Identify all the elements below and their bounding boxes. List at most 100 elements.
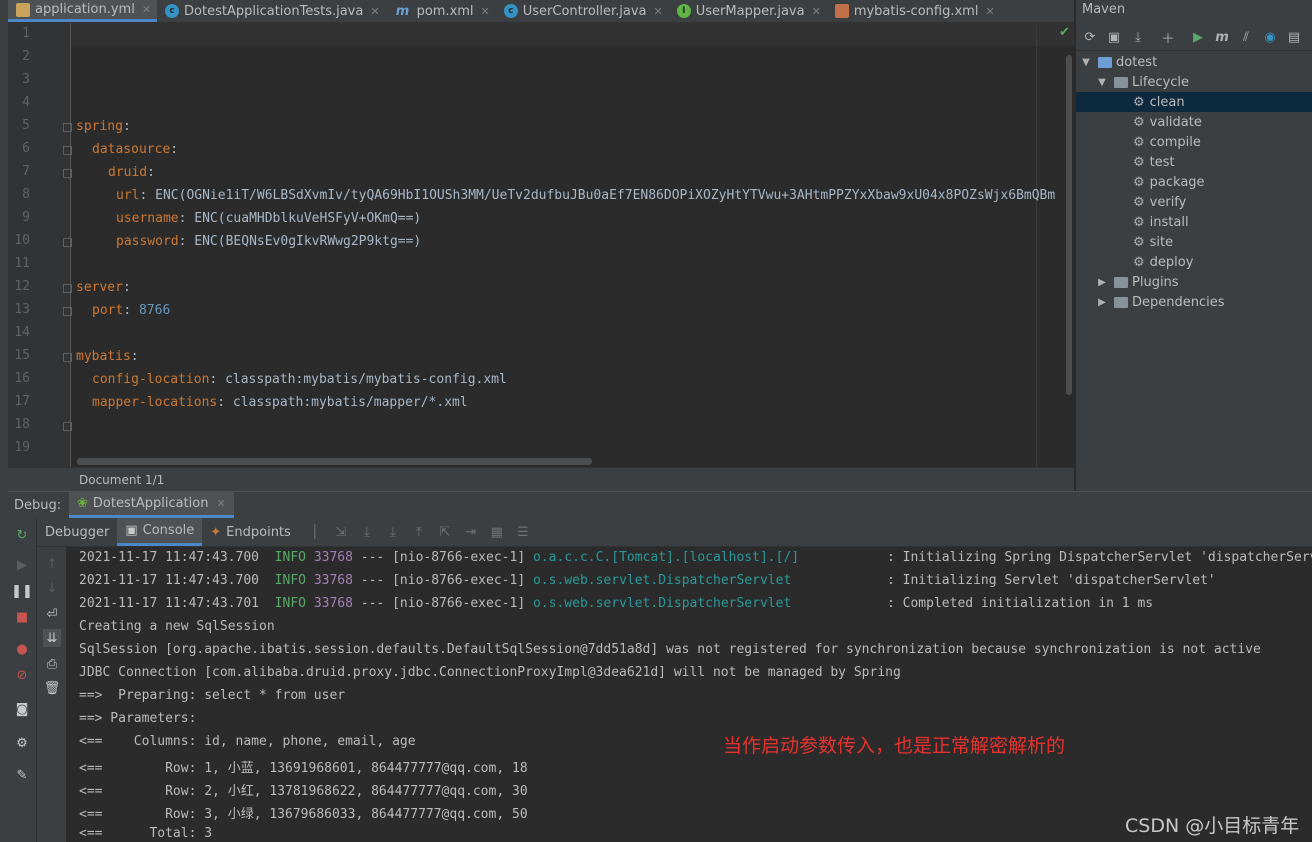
horizontal-scrollbar[interactable] <box>77 458 592 465</box>
clear-all-icon[interactable]: 🗑 <box>43 679 61 697</box>
gear-icon: ⚙ <box>1133 134 1145 150</box>
collapsed-arrow-icon[interactable]: ▶ <box>1096 277 1108 288</box>
rerun-icon[interactable]: ↻ <box>13 526 31 544</box>
tab-user-mapper[interactable]: I UserMapper.java ✕ <box>669 0 827 22</box>
tab-debugger[interactable]: Debugger <box>37 518 117 546</box>
console-output[interactable]: 2021-11-17 11:47:43.700 INFO 33768 --- [… <box>66 547 1312 842</box>
close-icon[interactable]: ✕ <box>812 5 821 18</box>
tree-item-goal-compile[interactable]: ⚙ compile <box>1076 132 1312 152</box>
expanded-arrow-icon[interactable]: ▼ <box>1080 57 1092 68</box>
tree-item-goal-clean[interactable]: ⚙ clean <box>1076 92 1312 112</box>
pin-icon[interactable]: ✎ <box>13 766 31 784</box>
add-icon[interactable]: ＋ <box>1158 27 1178 47</box>
camera-icon[interactable]: ◙ <box>13 700 31 718</box>
line-number: 14 <box>14 325 30 340</box>
expanded-arrow-icon[interactable]: ▼ <box>1096 77 1108 88</box>
tree-item-goal-test[interactable]: ⚙ test <box>1076 152 1312 172</box>
tree-item-goal-package[interactable]: ⚙ package <box>1076 172 1312 192</box>
tree-item-goal-site[interactable]: ⚙ site <box>1076 232 1312 252</box>
tree-item-project[interactable]: ▼ dotest <box>1076 52 1312 72</box>
fold-marker-icon[interactable] <box>63 169 72 178</box>
close-icon[interactable]: ✕ <box>654 5 663 18</box>
tab-console[interactable]: ▣ Console <box>117 518 203 546</box>
fold-marker-icon[interactable] <box>63 422 72 431</box>
fold-marker-icon[interactable] <box>63 353 72 362</box>
session-label: DotestApplication <box>92 496 209 511</box>
close-icon[interactable]: ✕ <box>370 5 379 18</box>
tab-application-yml[interactable]: application.yml ✕ <box>8 0 158 22</box>
step-over-icon[interactable]: ⤓ <box>357 525 377 540</box>
show-execution-point-icon[interactable]: ⇲ <box>331 525 351 540</box>
line-number: 15 <box>14 348 30 363</box>
toggle-offline-icon[interactable]: ⫽ <box>1236 27 1256 47</box>
folder-icon <box>1114 76 1128 88</box>
fold-marker-icon[interactable] <box>63 146 72 155</box>
settings-icon[interactable]: ⚙ <box>13 734 31 752</box>
tree-label: Dependencies <box>1132 294 1225 310</box>
tree-label: package <box>1149 174 1205 190</box>
maven-toolbar: ⟳ ▣ ⤓ ＋ ▶ m ⫽ ◉ ▤ <box>1076 24 1312 51</box>
run-icon[interactable]: ▶ <box>1188 27 1208 47</box>
view-breakpoints-icon[interactable]: ● <box>13 640 31 658</box>
vertical-scrollbar[interactable] <box>1066 55 1072 395</box>
fold-marker-icon[interactable] <box>63 123 72 132</box>
skip-tests-icon[interactable]: ◉ <box>1260 27 1280 47</box>
collapsed-arrow-icon[interactable]: ▶ <box>1096 297 1108 308</box>
mute-breakpoints-icon[interactable]: ⊘ <box>13 666 31 684</box>
tree-label: validate <box>1149 114 1202 130</box>
tab-mybatis-config[interactable]: mybatis-config.xml ✕ <box>827 0 1001 22</box>
down-arrow-icon[interactable]: ↓ <box>43 579 61 597</box>
trace-icon[interactable]: ☰ <box>513 525 533 540</box>
step-into-icon[interactable]: ⤓ <box>383 525 403 540</box>
generate-sources-icon[interactable]: ▣ <box>1104 27 1124 47</box>
show-dependencies-icon[interactable]: ▤ <box>1284 27 1304 47</box>
step-out-icon[interactable]: ⤒ <box>409 525 429 540</box>
tree-item-goal-install[interactable]: ⚙ install <box>1076 212 1312 232</box>
stop-icon[interactable]: ■ <box>13 608 31 626</box>
code-editor[interactable]: 1 2 3 4 5 6 7 8 9 10 11 12 13 14 15 16 1… <box>8 23 1074 467</box>
tab-user-controller[interactable]: c UserController.java ✕ <box>496 0 669 22</box>
tree-item-plugins[interactable]: ▶ Plugins <box>1076 272 1312 292</box>
fold-marker-icon[interactable] <box>63 284 72 293</box>
drop-frame-icon[interactable]: ⇱ <box>435 525 455 540</box>
tree-label: test <box>1149 154 1175 170</box>
java-interface-icon: I <box>676 4 691 18</box>
print-icon[interactable]: ⎙ <box>43 655 61 673</box>
close-icon[interactable]: ✕ <box>985 5 994 18</box>
evaluate-expression-icon[interactable]: ▦ <box>487 525 507 540</box>
fold-marker-icon[interactable] <box>63 307 72 316</box>
line-number: 17 <box>14 394 30 409</box>
tree-item-goal-verify[interactable]: ⚙ verify <box>1076 192 1312 212</box>
tree-item-goal-deploy[interactable]: ⚙ deploy <box>1076 252 1312 272</box>
resume-icon[interactable]: ▶ <box>13 556 31 574</box>
tab-debug-session[interactable]: ❀ DotestApplication ✕ <box>69 492 234 518</box>
tree-item-goal-validate[interactable]: ⚙ validate <box>1076 112 1312 132</box>
close-icon[interactable]: ✕ <box>481 5 490 18</box>
up-arrow-icon[interactable]: ↑ <box>43 555 61 573</box>
tab-label: Console <box>142 523 195 538</box>
tree-item-lifecycle[interactable]: ▼ Lifecycle <box>1076 72 1312 92</box>
code-line-17: mapper-locations: classpath:mybatis/mapp… <box>92 395 468 410</box>
close-icon[interactable]: ✕ <box>216 497 225 510</box>
reload-icon[interactable]: ⟳ <box>1080 27 1100 47</box>
tab-pom-xml[interactable]: m pom.xml ✕ <box>386 0 496 22</box>
tab-dotest-application-tests[interactable]: c DotestApplicationTests.java ✕ <box>157 0 386 22</box>
console-line: JDBC Connection [com.alibaba.druid.proxy… <box>79 665 901 680</box>
tab-label: UserController.java <box>522 3 647 19</box>
soft-wrap-icon[interactable]: ⏎ <box>43 605 61 623</box>
tree-item-dependencies[interactable]: ▶ Dependencies <box>1076 292 1312 312</box>
run-to-cursor-icon[interactable]: ⇥ <box>461 525 481 540</box>
tab-label: pom.xml <box>416 3 474 19</box>
tab-endpoints[interactable]: ✦ Endpoints <box>202 518 299 546</box>
download-icon[interactable]: ⤓ <box>1128 27 1148 47</box>
close-icon[interactable]: ✕ <box>142 3 151 16</box>
fold-marker-icon[interactable] <box>63 238 72 247</box>
pause-icon[interactable]: ❚❚ <box>11 582 33 600</box>
gear-icon: ⚙ <box>1133 174 1145 190</box>
maven-icon: m <box>395 3 410 19</box>
console-side-toolbar: ↑ ↓ ⏎ ⇊ ⎙ 🗑 <box>37 547 67 842</box>
execute-goal-icon[interactable]: m <box>1212 27 1232 47</box>
scroll-to-end-icon[interactable]: ⇊ <box>43 629 61 647</box>
console-line: SqlSession [org.apache.ibatis.session.de… <box>79 642 1261 657</box>
java-class-icon: c <box>503 4 518 18</box>
